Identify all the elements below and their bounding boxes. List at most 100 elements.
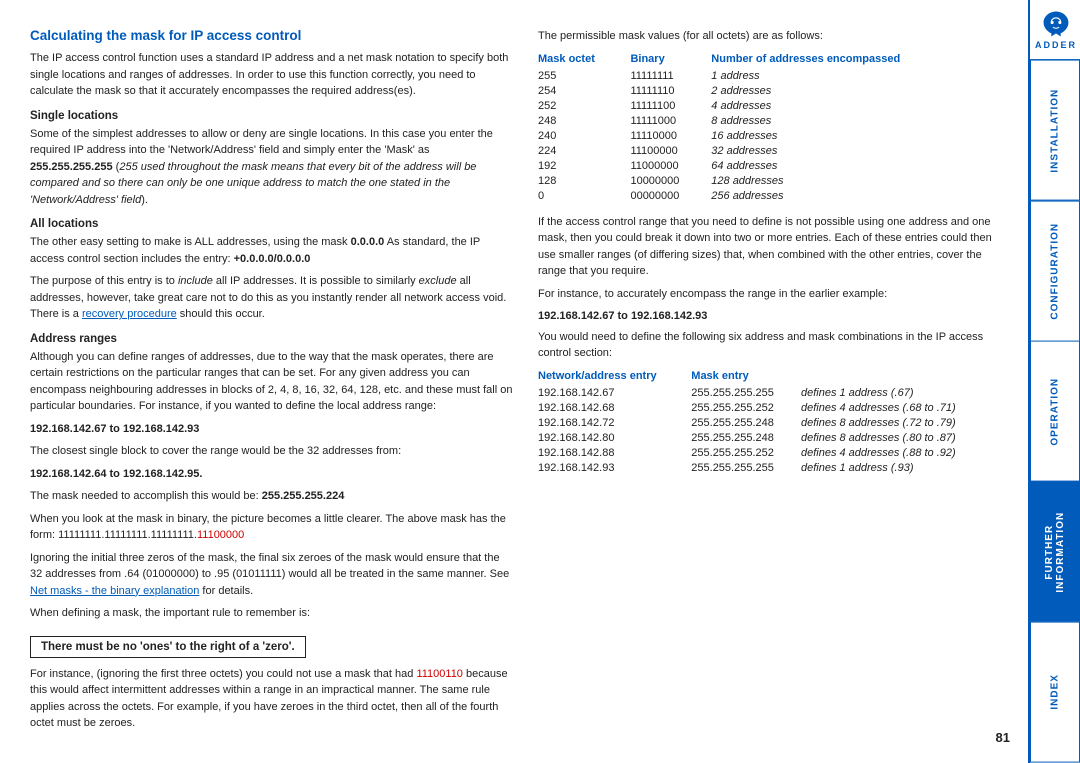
mask-table-row: 2401111000016 addresses (538, 129, 998, 144)
network-entry-cell: 192.168.142.80 (538, 431, 691, 446)
sidebar-tab-configuration[interactable]: CONFIGURATION (1030, 201, 1080, 342)
main-content: Calculating the mask for IP access contr… (0, 0, 1028, 763)
network-table: Network/address entry Mask entry 192.168… (538, 368, 998, 476)
address-ranges-para4: When you look at the mask in binary, the… (30, 511, 514, 544)
defines-cell: defines 8 addresses (.72 to .79) (801, 416, 998, 431)
network-entry-cell: 192.168.142.93 (538, 461, 691, 476)
rule-box: There must be no 'ones' to the right of … (30, 636, 306, 658)
network-entry-cell: 192.168.142.68 (538, 401, 691, 416)
address-ranges-para1: Although you can define ranges of addres… (30, 349, 514, 415)
page-title: Calculating the mask for IP access contr… (30, 28, 514, 43)
sidebar-tab-index[interactable]: INDEX (1030, 622, 1080, 763)
all-locations-para2: The purpose of this entry is to include … (30, 273, 514, 323)
all-para1: The other easy setting to make is ALL ad… (30, 236, 351, 248)
all-include: include (178, 275, 213, 287)
mask-table-row: 000000000256 addresses (538, 189, 998, 204)
network-table-row: 192.168.142.88255.255.255.252defines 4 a… (538, 446, 998, 461)
mask-entry-header: Mask entry (691, 368, 801, 386)
sidebar: ADDER INSTALLATION CONFIGURATION OPERATI… (1028, 0, 1080, 763)
single-mask-value: 255.255.255.255 (30, 161, 113, 173)
addresses-cell: 8 addresses (711, 114, 998, 129)
addresses-cell: 32 addresses (711, 144, 998, 159)
page-number: 81 (996, 730, 1010, 745)
address-ranges-para5: Ignoring the initial three zeros of the … (30, 550, 514, 600)
binary-cell: 10000000 (630, 174, 711, 189)
netmasks-link[interactable]: Net masks - the binary explanation (30, 585, 199, 597)
para4-text: When you look at the mask in binary, the… (30, 513, 506, 542)
all-para2-suffix: all IP addresses. It is possible to simi… (213, 275, 419, 287)
addresses-cell: 256 addresses (711, 189, 998, 204)
network-table-row: 192.168.142.68255.255.255.252defines 4 a… (538, 401, 998, 416)
para-impossible: If the access control range that you nee… (538, 214, 998, 280)
defines-cell: defines 8 addresses (.80 to .87) (801, 431, 998, 446)
defines-cell: defines 1 address (.93) (801, 461, 998, 476)
para5-end: for details. (199, 585, 253, 597)
address-ranges-para2: The closest single block to cover the ra… (30, 443, 514, 460)
logo-text: ADDER (1035, 40, 1077, 50)
mask-table: Mask octet Binary Number of addresses en… (538, 51, 998, 204)
address-ranges-heading: Address ranges (30, 333, 514, 345)
mask-octet-cell: 192 (538, 159, 630, 174)
addresses-cell: 4 addresses (711, 99, 998, 114)
mask-octet-header: Mask octet (538, 51, 630, 69)
network-entry-header: Network/address entry (538, 368, 691, 386)
address-ranges-para6: When defining a mask, the important rule… (30, 605, 514, 622)
para3-text: The mask needed to accomplish this would… (30, 490, 262, 502)
network-table-row: 192.168.142.93255.255.255.255defines 1 a… (538, 461, 998, 476)
mask-cell: 255.255.255.252 (691, 446, 801, 461)
sidebar-tab-operation[interactable]: OPERATION (1030, 341, 1080, 482)
addresses-cell: 16 addresses (711, 129, 998, 144)
all-para2: The purpose of this entry is to (30, 275, 178, 287)
addresses-header: Number of addresses encompassed (711, 51, 998, 69)
all-para2-end: should this occur. (177, 308, 265, 320)
logo-area: ADDER (1030, 0, 1080, 60)
network-table-row: 192.168.142.80255.255.255.248defines 8 a… (538, 431, 998, 446)
para-need: You would need to define the following s… (538, 329, 998, 362)
binary-header: Binary (630, 51, 711, 69)
all-entry-value: +0.0.0.0/0.0.0.0 (234, 253, 311, 265)
permissible-intro: The permissible mask values (for all oct… (538, 28, 998, 45)
ip-range-display: 192.168.142.67 to 192.168.142.93 (538, 308, 998, 325)
mask-octet-cell: 128 (538, 174, 630, 189)
sidebar-tab-further-information[interactable]: FURTHER INFORMATION (1030, 482, 1080, 623)
range1-bold: 192.168.142.67 to 192.168.142.93 (30, 421, 514, 438)
para5-text: Ignoring the initial three zeros of the … (30, 552, 509, 581)
mask-table-row: 1921100000064 addresses (538, 159, 998, 174)
sidebar-tab-installation[interactable]: INSTALLATION (1030, 60, 1080, 201)
bad-binary: 11100110 (416, 668, 463, 680)
mask-table-row: 12810000000128 addresses (538, 174, 998, 189)
mask-table-row: 2241110000032 addresses (538, 144, 998, 159)
adder-logo-icon (1040, 10, 1072, 38)
mask-octet-cell: 255 (538, 69, 630, 84)
mask3-value: 255.255.255.224 (262, 490, 345, 502)
mask-table-row: 252111111004 addresses (538, 99, 998, 114)
recovery-link[interactable]: recovery procedure (82, 308, 177, 320)
all-exclude: exclude (419, 275, 457, 287)
mask-cell: 255.255.255.255 (691, 461, 801, 476)
addresses-cell: 2 addresses (711, 84, 998, 99)
single-locations-heading: Single locations (30, 110, 514, 122)
binary-cell: 11111111 (630, 69, 711, 84)
mask-cell: 255.255.255.255 (691, 386, 801, 401)
para-instance: For instance, to accurately encompass th… (538, 286, 998, 303)
mask-cell: 255.255.255.248 (691, 416, 801, 431)
mask-octet-cell: 248 (538, 114, 630, 129)
all-locations-heading: All locations (30, 218, 514, 230)
mask-table-row: 248111110008 addresses (538, 114, 998, 129)
network-table-row: 192.168.142.72255.255.255.248defines 8 a… (538, 416, 998, 431)
para7-text: For instance, (ignoring the first three … (30, 668, 416, 680)
defines-cell: defines 1 address (.67) (801, 386, 998, 401)
addresses-cell: 64 addresses (711, 159, 998, 174)
binary-highlight: 11100000 (197, 529, 244, 541)
mask-octet-cell: 252 (538, 99, 630, 114)
binary-cell: 11111000 (630, 114, 711, 129)
all-locations-para: The other easy setting to make is ALL ad… (30, 234, 514, 267)
mask-octet-cell: 224 (538, 144, 630, 159)
binary-cell: 11110000 (630, 129, 711, 144)
mask-table-row: 255111111111 address (538, 69, 998, 84)
binary-cell: 00000000 (630, 189, 711, 204)
intro-para: The IP access control function uses a st… (30, 50, 514, 100)
mask-octet-cell: 240 (538, 129, 630, 144)
all-mask-value: 0.0.0.0 (351, 236, 385, 248)
address-ranges-para7: For instance, (ignoring the first three … (30, 666, 514, 732)
